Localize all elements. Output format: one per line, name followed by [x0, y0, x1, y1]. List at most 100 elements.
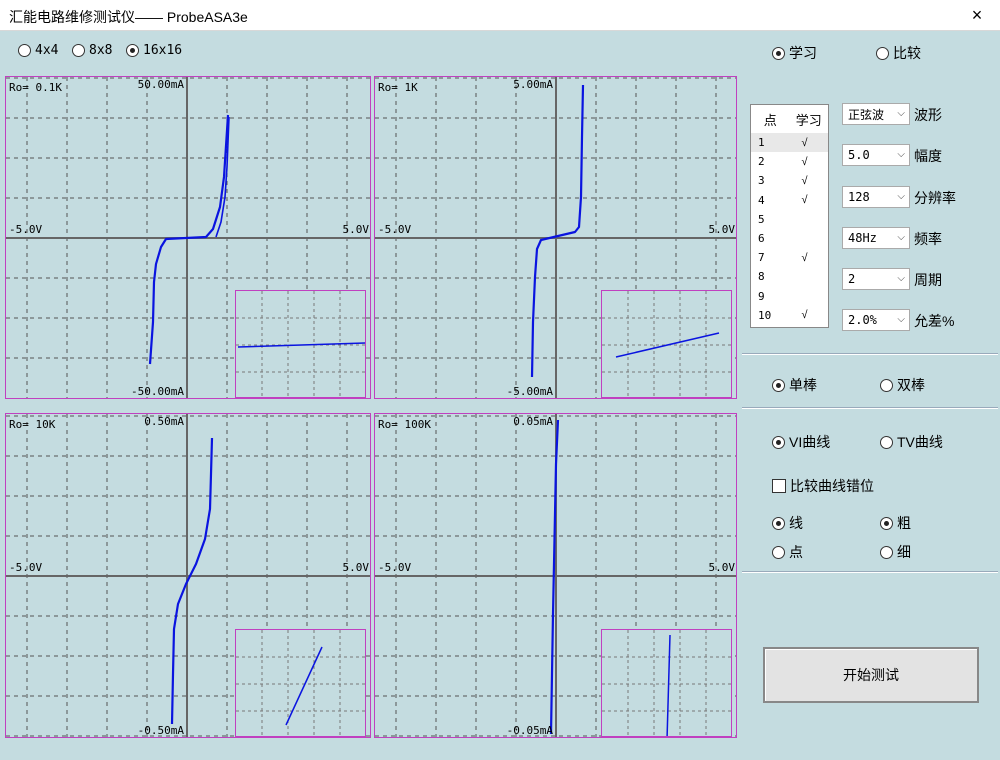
window-title: 汇能电路维修测试仪—— ProbeASA3e: [9, 9, 248, 25]
point-row[interactable]: 9: [751, 287, 828, 306]
radio-selected-icon: [126, 44, 139, 57]
scope-inset-preview: [601, 629, 732, 737]
vi-curve-trace: [170, 437, 214, 725]
display-thick-radio[interactable]: 粗: [880, 513, 911, 533]
header-point: 点: [763, 112, 777, 128]
grid-4x4-radio[interactable]: 4x4: [18, 43, 58, 58]
point-table[interactable]: 点 学习 1 √ 2 √ 3 √ 4 √ 5 6 7 √ 8 9 10 √: [750, 104, 829, 328]
point-row[interactable]: 2 √: [751, 152, 828, 171]
vi-curve-trace: [148, 114, 230, 365]
point-number: 10: [758, 308, 772, 322]
point-number: 6: [758, 232, 765, 246]
ro-label: Ro= 10K: [9, 418, 56, 431]
vi-curve-trace: [530, 84, 585, 378]
grid-16x16-radio[interactable]: 16x16: [126, 43, 182, 58]
point-row[interactable]: 6: [751, 229, 828, 248]
point-number: 1: [758, 136, 765, 150]
radio-circle-icon: [772, 545, 785, 559]
point-number: 5: [758, 212, 765, 226]
setting-select[interactable]: 48Hz ⌵: [842, 227, 910, 249]
setting-select[interactable]: 2.0% ⌵: [842, 309, 910, 331]
close-icon[interactable]: ×: [954, 0, 1000, 31]
setting-label: 频率: [914, 231, 942, 247]
point-number: 4: [758, 193, 765, 207]
scope-inset-preview: [235, 629, 366, 737]
vi-curve-trace: [666, 634, 671, 736]
point-row[interactable]: 4 √: [751, 191, 828, 210]
scope-panel-ro-0-1k: Ro= 0.1K 50.00mA -50.00mA -5.0V 5.0V: [5, 76, 371, 399]
divider: [742, 407, 998, 409]
ro-label: Ro= 1K: [378, 81, 418, 94]
x-min-label: -5.0V: [378, 223, 412, 236]
radio-selected-icon: [880, 516, 893, 530]
chevron-down-icon: ⌵: [897, 273, 905, 284]
point-number: 8: [758, 270, 765, 284]
scope-panel-ro-1k: Ro= 1K 5.00mA -5.00mA -5.0V 5.0V: [374, 76, 737, 399]
point-row[interactable]: 10 √: [751, 306, 828, 325]
radio-circle-icon: [18, 44, 31, 57]
title-bar: 汇能电路维修测试仪—— ProbeASA3e ×: [0, 0, 1000, 31]
setting-value: 正弦波: [848, 107, 885, 122]
y-max-label: 0.05mA: [513, 415, 553, 428]
point-number: 9: [758, 289, 765, 303]
vi-curve-trace: [615, 332, 720, 358]
x-min-label: -5.0V: [9, 561, 43, 574]
checkbox-box-icon: [772, 479, 786, 493]
display-thin-radio[interactable]: 细: [880, 542, 911, 562]
setting-value: 5.0: [848, 148, 870, 162]
scope-inset-preview: [601, 290, 732, 398]
radio-selected-icon: [772, 435, 785, 449]
scope-inset-preview: [235, 290, 366, 398]
setting-select[interactable]: 128 ⌵: [842, 186, 910, 208]
point-number: 7: [758, 251, 765, 265]
x-min-label: -5.0V: [378, 561, 412, 574]
y-max-label: 0.50mA: [144, 415, 184, 428]
offset-compare-checkbox[interactable]: 比较曲线错位: [772, 476, 874, 496]
point-row[interactable]: 8: [751, 267, 828, 286]
x-max-label: 5.0V: [708, 223, 736, 236]
setting-value: 48Hz: [848, 231, 877, 245]
x-min-label: -5.0V: [9, 223, 43, 236]
ro-label: Ro= 100K: [378, 418, 431, 431]
learned-check-icon: √: [801, 194, 808, 207]
probe-double-radio[interactable]: 双棒: [880, 375, 925, 395]
probe-single-radio[interactable]: 单棒: [772, 375, 817, 395]
setting-value: 128: [848, 190, 870, 204]
x-max-label: 5.0V: [342, 223, 370, 236]
radio-circle-icon: [876, 46, 889, 60]
start-test-button[interactable]: 开始测试: [763, 647, 979, 703]
setting-label: 允差%: [914, 313, 955, 329]
setting-select[interactable]: 正弦波 ⌵: [842, 103, 910, 125]
display-dot-radio[interactable]: 点: [772, 542, 803, 562]
learned-check-icon: √: [801, 251, 808, 264]
point-row[interactable]: 5: [751, 210, 828, 229]
chevron-down-icon: ⌵: [897, 191, 905, 202]
point-row[interactable]: 1 √: [751, 133, 828, 153]
radio-selected-icon: [772, 378, 785, 392]
curve-tv-radio[interactable]: TV曲线: [880, 432, 943, 452]
display-line-radio[interactable]: 线: [772, 513, 803, 533]
chevron-down-icon: ⌵: [897, 108, 905, 119]
vi-curve-trace: [285, 646, 323, 726]
learned-check-icon: √: [801, 174, 808, 187]
y-max-label: 50.00mA: [137, 78, 184, 91]
setting-select[interactable]: 5.0 ⌵: [842, 144, 910, 166]
x-max-label: 5.0V: [708, 561, 736, 574]
mode-learn-radio[interactable]: 学习: [772, 43, 817, 63]
grid-8x8-radio[interactable]: 8x8: [72, 43, 112, 58]
y-max-label: 5.00mA: [513, 78, 553, 91]
mode-compare-radio[interactable]: 比较: [876, 43, 921, 63]
radio-circle-icon: [880, 435, 893, 449]
scope-panel-ro-10k: Ro= 10K 0.50mA -0.50mA -5.0V 5.0V: [5, 413, 371, 738]
divider: [742, 571, 998, 573]
radio-circle-icon: [880, 378, 893, 392]
header-learn: 学习: [795, 112, 822, 128]
point-row[interactable]: 3 √: [751, 171, 828, 190]
chevron-down-icon: ⌵: [897, 314, 905, 325]
ro-label: Ro= 0.1K: [9, 81, 62, 94]
x-max-label: 5.0V: [342, 561, 370, 574]
curve-vi-radio[interactable]: VI曲线: [772, 432, 830, 452]
setting-label: 波形: [914, 107, 942, 123]
setting-select[interactable]: 2 ⌵: [842, 268, 910, 290]
point-row[interactable]: 7 √: [751, 248, 828, 267]
